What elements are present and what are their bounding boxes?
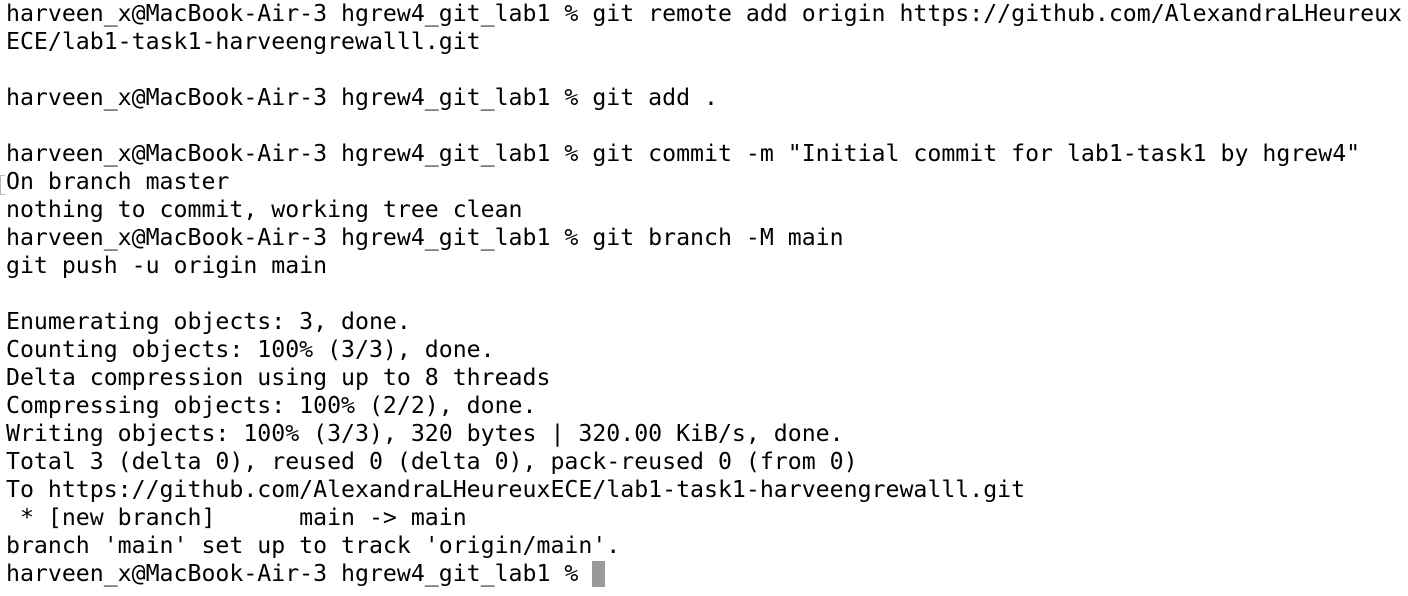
text-cursor — [592, 561, 606, 587]
terminal-line: * [new branch] main -> main — [6, 504, 467, 531]
terminal-line: Enumerating objects: 3, done. — [6, 308, 411, 335]
terminal-line: On branch master — [6, 168, 230, 195]
terminal-line: harveen_x@MacBook-Air-3 hgrew4_git_lab1 … — [6, 224, 844, 251]
terminal-line: harveen_x@MacBook-Air-3 hgrew4_git_lab1 … — [6, 0, 1403, 27]
terminal-line: To https://github.com/AlexandraLHeureuxE… — [6, 476, 1026, 503]
terminal-line: nothing to commit, working tree clean — [6, 196, 523, 223]
terminal-line: Delta compression using up to 8 threads — [6, 364, 551, 391]
terminal-line: git push -u origin main — [6, 252, 328, 279]
terminal-line: Compressing objects: 100% (2/2), done. — [6, 392, 537, 419]
terminal-line: harveen_x@MacBook-Air-3 hgrew4_git_lab1 … — [6, 84, 718, 111]
terminal-line: ECE/lab1-task1-harveengrewalll.git — [6, 28, 481, 55]
prompt-line[interactable]: harveen_x@MacBook-Air-3 hgrew4_git_lab1 … — [6, 560, 1408, 588]
prompt-text: harveen_x@MacBook-Air-3 hgrew4_git_lab1 … — [6, 560, 593, 587]
terminal-line: harveen_x@MacBook-Air-3 hgrew4_git_lab1 … — [6, 140, 1361, 167]
terminal-window[interactable]: harveen_x@MacBook-Air-3 hgrew4_git_lab1 … — [0, 0, 1408, 596]
output-marker — [0, 175, 5, 195]
terminal-line: Writing objects: 100% (3/3), 320 bytes |… — [6, 420, 844, 447]
terminal-line: Counting objects: 100% (3/3), done. — [6, 336, 495, 363]
terminal-line: Total 3 (delta 0), reused 0 (delta 0), p… — [6, 448, 858, 475]
terminal-line: branch 'main' set up to track 'origin/ma… — [6, 532, 621, 559]
